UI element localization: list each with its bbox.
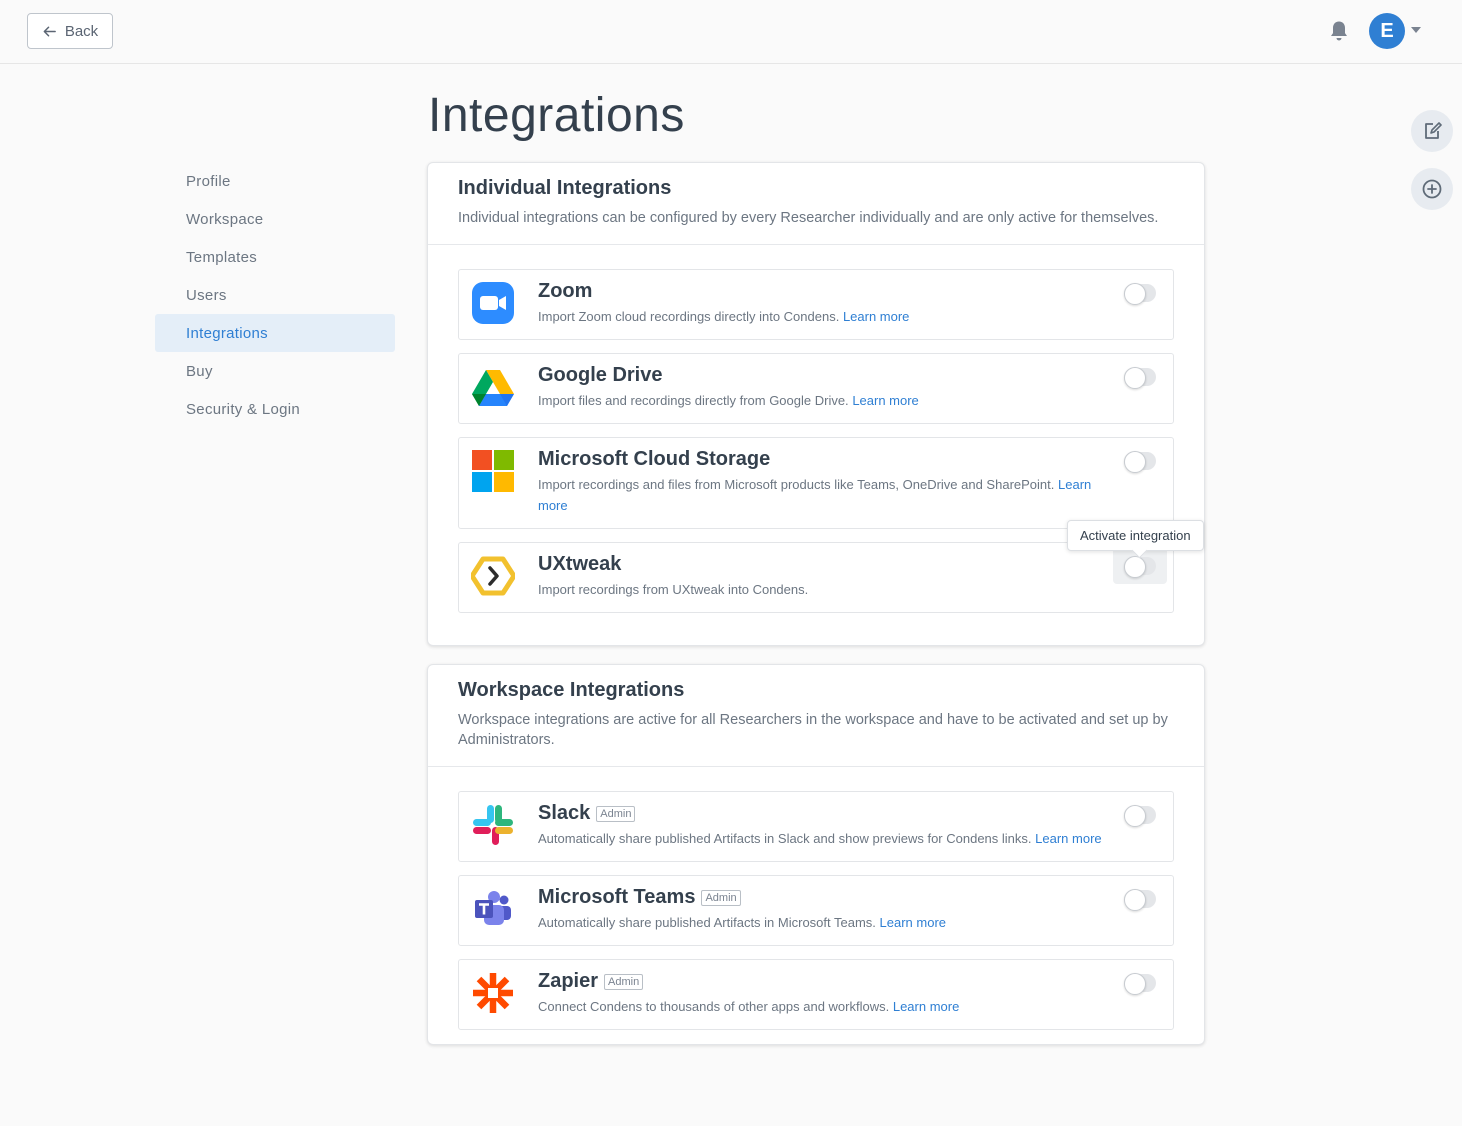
nav-item-users[interactable]: Users xyxy=(155,276,395,314)
nav-item-buy[interactable]: Buy xyxy=(155,352,395,390)
admin-badge: Admin xyxy=(604,973,644,990)
integration-description: Import Zoom cloud recordings directly in… xyxy=(538,309,840,324)
integration-uxtweak: UXtweak Import recordings from UXtweak i… xyxy=(458,542,1174,613)
edit-note-icon xyxy=(1425,122,1442,139)
back-button-label: Back xyxy=(64,22,99,40)
microsoft-teams-logo-icon xyxy=(475,891,511,925)
integration-zapier: Zapier Admin Connect Condens to thousand… xyxy=(458,959,1174,1030)
individual-integrations-card: Individual Integrations Individual integ… xyxy=(427,162,1205,646)
nav-item-profile[interactable]: Profile xyxy=(155,162,395,200)
integration-slack: Slack Admin Automatically share publishe… xyxy=(458,791,1174,862)
integration-name: Microsoft Cloud Storage xyxy=(538,448,771,470)
page-title: Integrations xyxy=(428,89,685,142)
learn-more-link[interactable]: Learn more xyxy=(893,999,959,1014)
arrow-left-icon xyxy=(43,26,56,36)
integration-name: Microsoft Teams xyxy=(538,886,696,908)
learn-more-link[interactable]: Learn more xyxy=(1035,831,1101,846)
integration-microsoft-teams: Microsoft Teams Admin Automatically shar… xyxy=(458,875,1174,946)
integration-microsoft-cloud-storage: Microsoft Cloud Storage Import recording… xyxy=(458,437,1174,529)
card-header: Individual Integrations Individual integ… xyxy=(428,163,1204,245)
integration-name: Zoom xyxy=(538,280,593,302)
integration-zoom: Zoom Import Zoom cloud recordings direct… xyxy=(458,269,1174,340)
integration-name: UXtweak xyxy=(538,553,622,575)
learn-more-link[interactable]: Learn more xyxy=(880,915,946,930)
bell-icon[interactable] xyxy=(1329,20,1349,42)
integration-description: Import recordings and files from Microso… xyxy=(538,477,1055,492)
integration-name: Zapier xyxy=(538,970,599,992)
uxtweak-toggle[interactable] xyxy=(1124,556,1156,578)
zoom-logo-icon xyxy=(472,282,514,324)
workspace-integrations-card: Workspace Integrations Workspace integra… xyxy=(427,664,1205,1045)
nav-item-integrations[interactable]: Integrations xyxy=(155,314,395,352)
integration-description: Import recordings from UXtweak into Cond… xyxy=(538,582,809,597)
zapier-logo-icon xyxy=(473,973,513,1013)
integration-description: Automatically share published Artifacts … xyxy=(538,831,1032,846)
google-drive-logo-icon xyxy=(472,370,514,406)
section-title: Individual Integrations xyxy=(458,177,672,199)
google-drive-toggle[interactable] xyxy=(1124,367,1156,389)
admin-badge: Admin xyxy=(596,805,636,822)
avatar[interactable]: E xyxy=(1369,13,1405,49)
nav-item-templates[interactable]: Templates xyxy=(155,238,395,276)
uxtweak-logo-icon xyxy=(471,556,515,596)
integration-description: Import files and recordings directly fro… xyxy=(538,393,849,408)
plus-circle-icon xyxy=(1422,179,1442,199)
learn-more-link[interactable]: Learn more xyxy=(843,309,909,324)
back-button[interactable]: Back xyxy=(27,13,113,49)
integration-name: Slack xyxy=(538,802,591,824)
avatar-initial: E xyxy=(1380,19,1394,42)
learn-more-link[interactable]: Learn more xyxy=(852,393,918,408)
settings-nav: Profile Workspace Templates Users Integr… xyxy=(155,162,395,428)
integration-description: Connect Condens to thousands of other ap… xyxy=(538,999,890,1014)
tooltip: Activate integration xyxy=(1067,520,1204,551)
microsoft-cloud-storage-toggle[interactable] xyxy=(1124,451,1156,473)
chevron-down-icon[interactable] xyxy=(1411,27,1421,33)
top-bar: Back E xyxy=(0,0,1462,64)
microsoft-teams-toggle[interactable] xyxy=(1124,889,1156,911)
add-button[interactable] xyxy=(1411,168,1453,210)
section-title: Workspace Integrations xyxy=(458,679,685,701)
section-description: Workspace integrations are active for al… xyxy=(458,712,1168,748)
integration-name: Google Drive xyxy=(538,364,663,386)
section-description: Individual integrations can be configure… xyxy=(458,210,1159,226)
nav-item-security-login[interactable]: Security & Login xyxy=(155,390,395,428)
integration-google-drive: Google Drive Import files and recordings… xyxy=(458,353,1174,424)
admin-badge: Admin xyxy=(701,889,741,906)
card-header: Workspace Integrations Workspace integra… xyxy=(428,665,1204,767)
integration-description: Automatically share published Artifacts … xyxy=(538,915,876,930)
edit-note-button[interactable] xyxy=(1411,110,1453,152)
zapier-toggle[interactable] xyxy=(1124,973,1156,995)
slack-toggle[interactable] xyxy=(1124,805,1156,827)
zoom-toggle[interactable] xyxy=(1124,283,1156,305)
microsoft-logo-icon xyxy=(472,450,514,492)
nav-item-workspace[interactable]: Workspace xyxy=(155,200,395,238)
slack-logo-icon xyxy=(473,805,513,845)
